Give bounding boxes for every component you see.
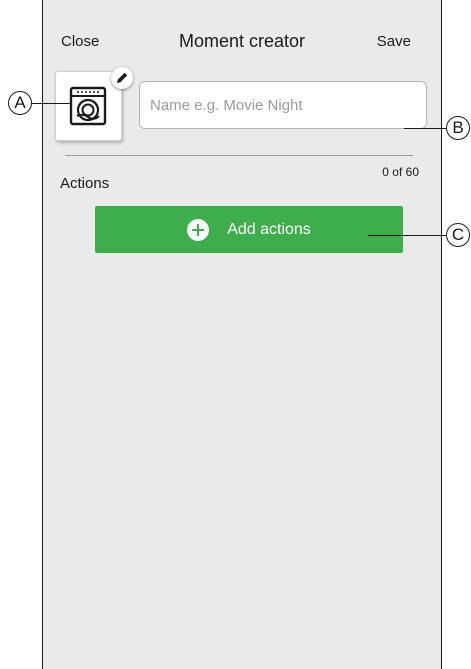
callout-a: A (8, 91, 32, 115)
callout-a-leader (32, 103, 70, 105)
plus-circle-icon (187, 218, 210, 241)
add-actions-label: Add actions (227, 220, 311, 238)
close-button[interactable]: Close (61, 33, 99, 50)
actions-label: Actions (60, 175, 110, 192)
callout-c: C (446, 223, 470, 247)
callout-b-leader (404, 128, 446, 130)
dishwasher-icon (69, 86, 107, 126)
save-button[interactable]: Save (377, 33, 411, 50)
callout-c-leader (368, 235, 446, 237)
actions-counter: 0 of 60 (382, 165, 419, 179)
callout-b: B (446, 116, 470, 140)
edit-icon-button[interactable] (111, 67, 133, 89)
divider (65, 155, 413, 156)
add-actions-button[interactable]: Add actions (95, 206, 403, 253)
pencil-icon (117, 72, 128, 83)
moment-icon-picker[interactable] (55, 67, 133, 141)
moment-name-input[interactable] (139, 81, 427, 129)
phone-screen: Close Moment creator Save 0 of 60 Action… (42, 0, 442, 669)
